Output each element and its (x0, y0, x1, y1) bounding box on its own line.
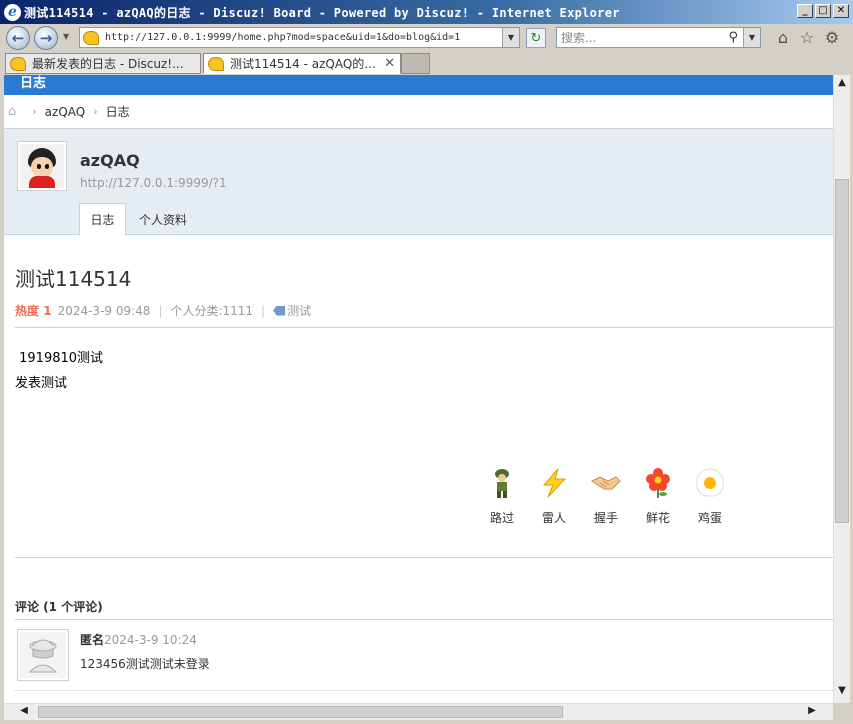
breadcrumb-user-link[interactable]: azQAQ (45, 105, 86, 119)
new-tab-button[interactable] (401, 53, 430, 74)
address-dropdown-icon[interactable]: ▼ (502, 28, 519, 47)
comment-text: 123456测试测试未登录 (80, 657, 210, 671)
close-tab-icon[interactable]: ✕ (384, 56, 395, 71)
tab-current-post[interactable]: 测试114514 - azQAQ的... ✕ (203, 53, 401, 74)
tag-icon (273, 305, 286, 316)
site-nav-bar: 日志 (4, 75, 833, 95)
maximize-button[interactable]: □ (815, 4, 831, 18)
tab-favicon-icon (208, 56, 224, 71)
reaction-label: 握手 (593, 511, 618, 525)
comments-heading: 评论 (1 个评论) (15, 600, 103, 614)
divider (15, 327, 833, 328)
scroll-down-icon[interactable]: ▼ (834, 685, 850, 696)
avatar[interactable] (17, 141, 67, 191)
reaction-label: 路过 (489, 511, 514, 525)
post-category-link[interactable]: 个人分类:1111 (170, 302, 253, 319)
profile-header: azQAQ http://127.0.0.1:9999/?1 (4, 129, 833, 235)
search-icon[interactable]: ⚲ (728, 30, 738, 45)
comment-time: 2024-3-9 10:24 (104, 633, 197, 647)
post-meta: 热度 1 2024-3-9 09:48 | 个人分类:1111 | 测试 (15, 302, 311, 319)
address-toolbar: ← → ▼ http://127.0.0.1:9999/home.php?mod… (0, 24, 853, 52)
divider (15, 690, 833, 691)
divider: | (261, 303, 266, 318)
reaction-label: 鲜花 (645, 511, 670, 525)
site-favicon-icon (83, 30, 99, 45)
reaction-pass-button[interactable]: 路过 (482, 467, 522, 526)
page-viewport: 日志 ⌂ › azQAQ › 日志 azQAQ http://127.0.0.1… (4, 75, 833, 703)
vertical-scroll-thumb[interactable] (835, 179, 849, 523)
post-content-line: 发表测试 (15, 376, 68, 391)
nav-item-blog[interactable]: 日志 (20, 75, 46, 91)
address-text: http://127.0.0.1:9999/home.php?mod=space… (105, 32, 461, 43)
comment-avatar (17, 629, 69, 681)
flower-icon (642, 467, 674, 499)
profile-space-url[interactable]: http://127.0.0.1:9999/?1 (80, 176, 227, 190)
divider (15, 619, 833, 620)
reaction-flower-button[interactable]: 鲜花 (638, 467, 678, 526)
page-title: 测试114514 (15, 267, 132, 291)
post-tag-link[interactable]: 测试 (287, 302, 311, 319)
divider (15, 557, 833, 558)
reaction-egg-button[interactable]: 鸡蛋 (690, 467, 730, 526)
horizontal-scroll-thumb[interactable] (38, 706, 563, 718)
handshake-icon (590, 467, 622, 499)
scroll-up-icon[interactable]: ▲ (834, 77, 850, 88)
search-dropdown-icon[interactable]: ▼ (743, 28, 760, 47)
tab-favicon-icon (10, 56, 26, 71)
favorites-star-icon[interactable]: ☆ (797, 28, 817, 47)
horizontal-scrollbar[interactable]: ◀ ▶ (4, 703, 833, 720)
divider: | (158, 303, 163, 318)
reaction-handshake-button[interactable]: 握手 (586, 467, 626, 526)
vertical-scrollbar[interactable]: ▲ ▼ (833, 75, 850, 703)
home-icon[interactable]: ⌂ (773, 28, 793, 47)
tab-label: 测试114514 - azQAQ的... (230, 57, 376, 71)
home-icon[interactable]: ⌂ (8, 104, 16, 119)
reaction-shock-button[interactable]: 雷人 (534, 467, 574, 526)
tab-profile[interactable]: 个人资料 (134, 203, 192, 236)
breadcrumb: ⌂ › azQAQ › 日志 (4, 95, 833, 129)
gear-icon[interactable]: ⚙ (822, 28, 842, 47)
tab-label: 最新发表的日志 - Discuz!... (32, 57, 184, 71)
ie-logo-icon: e (4, 3, 21, 21)
reaction-bar: 路过 雷人 握手 鲜花 鸡蛋 (482, 467, 742, 537)
chevron-right-icon: › (93, 105, 98, 118)
reaction-label: 鸡蛋 (697, 511, 722, 525)
window-title: 测试114514 - azQAQ的日志 - Discuz! Board - Po… (24, 5, 620, 20)
reaction-label: 雷人 (541, 511, 566, 525)
tab-blog-label: 日志 (90, 213, 115, 227)
search-input[interactable]: 搜索... ⚲ ▼ (556, 27, 761, 48)
scroll-right-icon[interactable]: ▶ (804, 705, 820, 716)
comment-author: 匿名2024-3-9 10:24 (80, 633, 197, 647)
chevron-right-icon: › (32, 105, 37, 118)
address-field[interactable]: http://127.0.0.1:9999/home.php?mod=space… (79, 27, 520, 48)
window-controls: _ □ ✕ (797, 4, 849, 18)
back-button[interactable]: ← (6, 26, 30, 50)
tab-blog[interactable]: 日志 (79, 203, 126, 236)
egg-icon (694, 467, 726, 499)
scroll-corner (833, 703, 850, 720)
history-dropdown-icon[interactable]: ▼ (63, 32, 69, 41)
profile-username[interactable]: azQAQ (80, 151, 140, 170)
tab-profile-label: 个人资料 (138, 213, 187, 227)
tab-latest-blogs[interactable]: 最新发表的日志 - Discuz!... (5, 53, 201, 74)
title-bar: e 测试114514 - azQAQ的日志 - Discuz! Board - … (0, 0, 853, 24)
soldier-icon (486, 467, 518, 499)
forward-button[interactable]: → (34, 26, 58, 50)
user-avatar-icon (20, 144, 64, 188)
lightning-icon (538, 467, 570, 499)
post-date: 2024-3-9 09:48 (57, 303, 151, 318)
anonymous-user-icon (20, 632, 66, 678)
scroll-left-icon[interactable]: ◀ (16, 705, 32, 716)
search-placeholder: 搜索... (561, 31, 597, 45)
refresh-button[interactable]: ↻ (526, 28, 546, 48)
post-content-line: 1919810测试 (15, 351, 104, 366)
minimize-button[interactable]: _ (797, 4, 813, 18)
tab-strip: 最新发表的日志 - Discuz!... 测试114514 - azQAQ的..… (0, 52, 853, 75)
close-window-button[interactable]: ✕ (833, 4, 849, 18)
heat-badge: 热度 1 (15, 304, 52, 318)
breadcrumb-blog-link[interactable]: 日志 (106, 103, 130, 120)
